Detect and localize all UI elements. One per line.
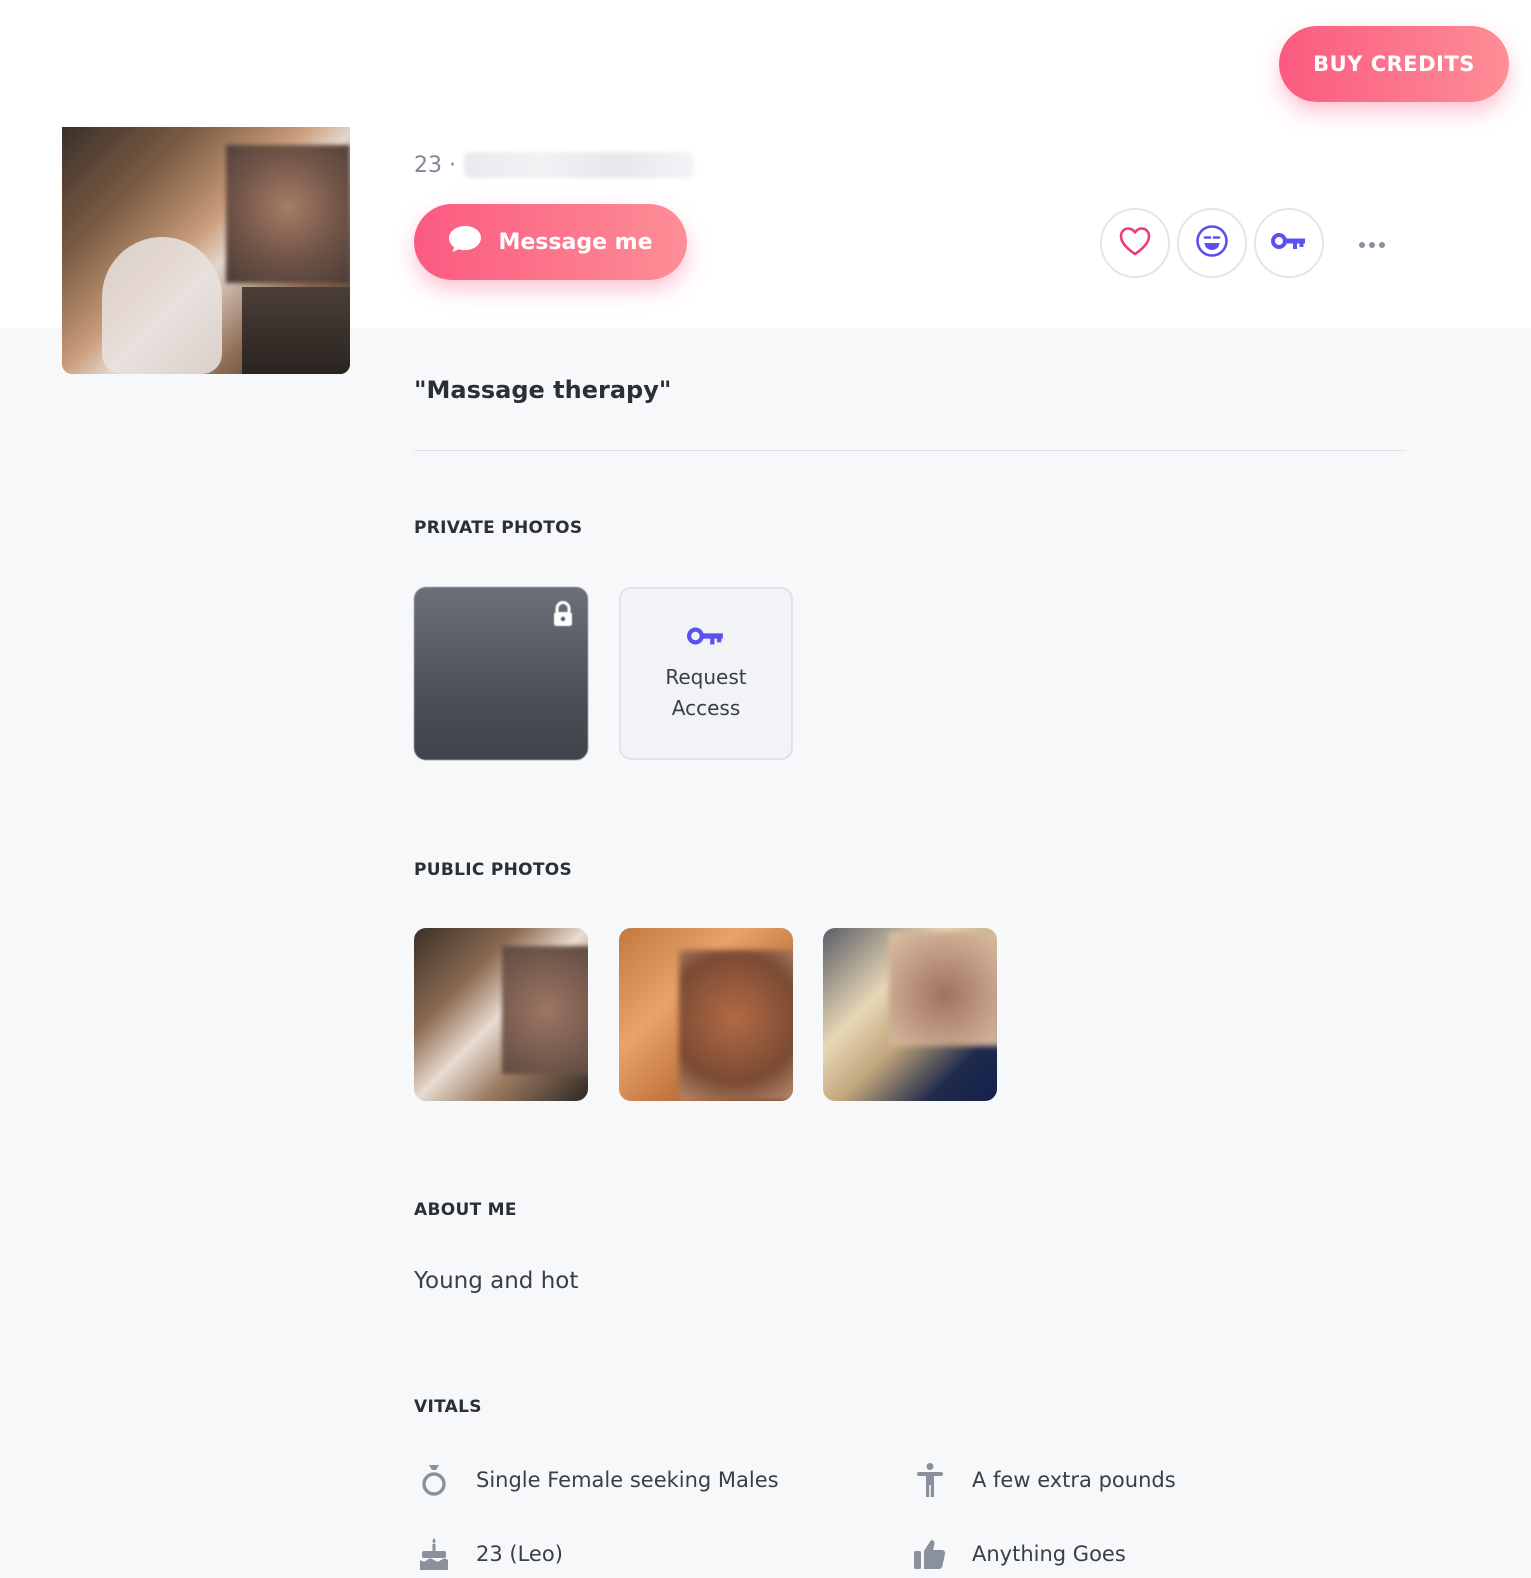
vital-body-type-label: A few extra pounds: [972, 1468, 1176, 1492]
public-photo-1[interactable]: [414, 928, 588, 1101]
wink-button[interactable]: [1177, 208, 1247, 278]
vitals-title: VITALS: [414, 1397, 482, 1417]
heart-icon: [1119, 226, 1151, 260]
buy-credits-button[interactable]: BUY CREDITS: [1279, 26, 1509, 102]
profile-photo[interactable]: [62, 127, 350, 374]
private-photos-title: PRIVATE PHOTOS: [414, 518, 583, 538]
vital-age-label: 23 (Leo): [476, 1542, 563, 1566]
photo-detail: [102, 237, 222, 374]
photo-blur-overlay: [226, 145, 350, 283]
vital-interests-label: Anything Goes: [972, 1542, 1126, 1566]
about-me-title: ABOUT ME: [414, 1200, 517, 1220]
request-key-button[interactable]: [1254, 208, 1324, 278]
about-me-text: Young and hot: [414, 1268, 579, 1294]
birthday-cake-icon: [414, 1534, 454, 1574]
profile-meta: 23 ·: [414, 150, 694, 180]
vital-body-type: A few extra pounds: [910, 1460, 1176, 1500]
thumbs-up-icon: [910, 1534, 950, 1574]
photo-detail: [242, 287, 350, 374]
photo-blur-overlay: [679, 950, 793, 1101]
key-icon: [687, 624, 725, 652]
message-me-label: Message me: [498, 229, 653, 255]
private-photo-locked[interactable]: [414, 587, 588, 760]
vital-relationship: Single Female seeking Males: [414, 1460, 779, 1500]
public-photos-title: PUBLIC PHOTOS: [414, 860, 573, 880]
request-access-label: Request Access: [665, 664, 747, 720]
vital-age: 23 (Leo): [414, 1534, 563, 1574]
section-divider: [414, 450, 1406, 451]
favorite-button[interactable]: [1100, 208, 1170, 278]
key-icon: [1271, 230, 1307, 256]
message-me-button[interactable]: Message me: [414, 204, 687, 280]
more-options-button[interactable]: [1350, 228, 1394, 258]
chat-bubble-icon: [448, 225, 482, 259]
photo-blur-overlay: [889, 932, 997, 1046]
public-photo-3[interactable]: [823, 928, 997, 1101]
location-redacted: [463, 152, 694, 178]
request-access-tile[interactable]: Request Access: [619, 587, 793, 760]
wink-face-icon: [1195, 224, 1229, 262]
vital-relationship-label: Single Female seeking Males: [476, 1468, 779, 1492]
ellipsis-icon: [1358, 234, 1386, 253]
profile-name-cropped: [414, 110, 614, 132]
photo-blur-overlay: [502, 946, 588, 1074]
profile-age: 23 ·: [414, 152, 456, 178]
public-photo-2[interactable]: [619, 928, 793, 1101]
profile-headline: "Massage therapy": [414, 376, 672, 404]
vital-interests: Anything Goes: [910, 1534, 1126, 1574]
ring-icon: [414, 1460, 454, 1500]
lock-icon: [552, 601, 574, 631]
body-type-icon: [910, 1460, 950, 1500]
